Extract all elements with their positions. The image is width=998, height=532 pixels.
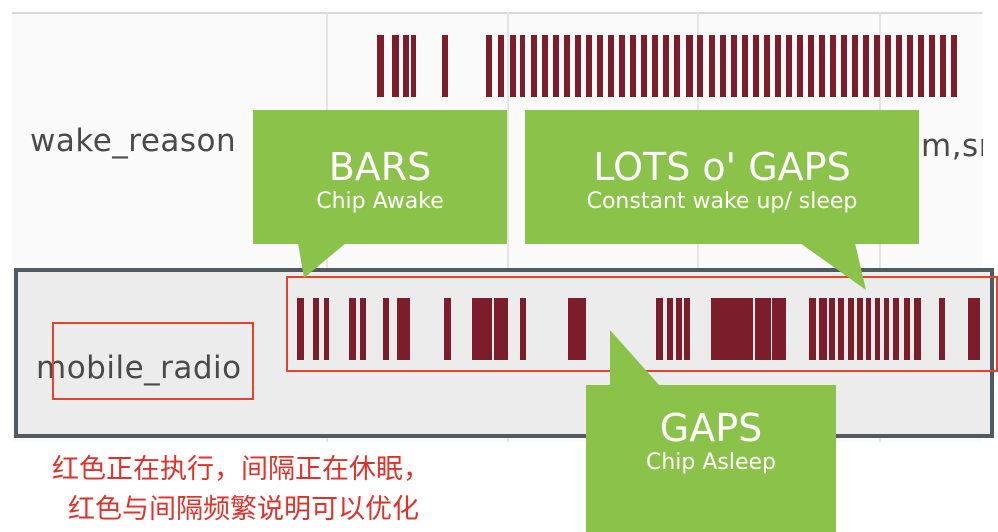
- bars-callout-subtitle: Chip Awake: [316, 189, 444, 214]
- lots-of-gaps-callout-title: LOTS o' GAPS: [593, 145, 851, 189]
- gaps-callout-subtitle: Chip Asleep: [645, 450, 777, 475]
- lots-callout-pointer: [800, 243, 866, 290]
- annotation-caption-line1: 红色正在执行，间隔正在休眠，: [52, 454, 430, 485]
- bars-callout: BARS Chip Awake: [253, 110, 507, 244]
- bars-callout-title: BARS: [328, 145, 432, 189]
- lots-of-gaps-callout: LOTS o' GAPS Constant wake up/ sleep: [525, 110, 919, 244]
- lots-of-gaps-callout-subtitle: Constant wake up/ sleep: [586, 189, 858, 214]
- gaps-callout: GAPS Chip Asleep: [586, 385, 836, 532]
- gaps-callout-pointer: [610, 330, 660, 386]
- timeline-screenshot: wake_reason m,sn mobile_radio BARS Chip …: [0, 0, 998, 532]
- annotation-caption-line2: 红色与间隔频繁说明可以优化: [68, 494, 419, 525]
- gaps-callout-title: GAPS: [659, 406, 763, 450]
- bars-callout-pointer: [298, 243, 346, 278]
